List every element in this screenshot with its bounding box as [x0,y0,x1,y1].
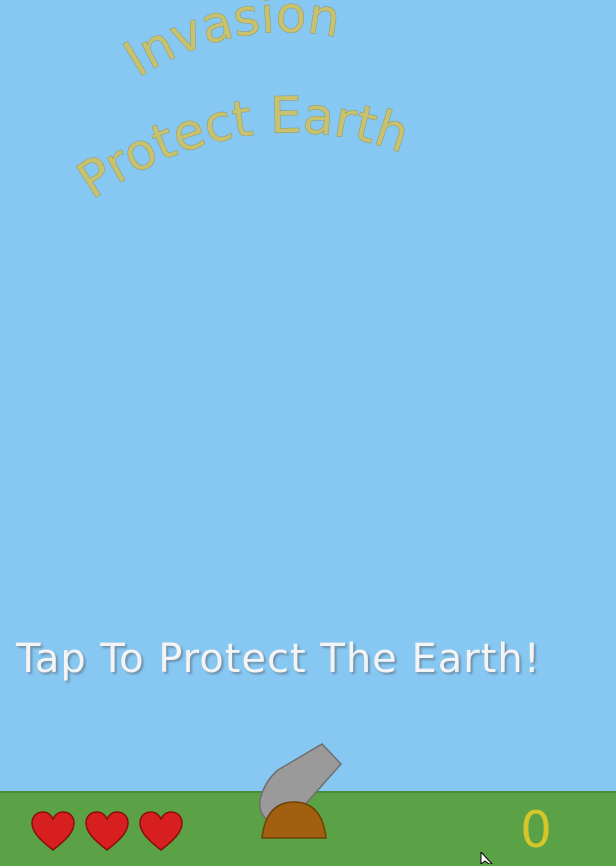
heart-icon [31,811,75,851]
lives-indicator [30,810,184,852]
title-line-invasion: Invasion [114,0,344,88]
heart-icon [139,811,183,851]
game-stage[interactable]: Invasion Protect Earth Tap To Protect Th… [0,0,616,866]
score-display: 0 [520,801,552,859]
title-line-protect-earth: Protect Earth [67,86,416,210]
mouse-cursor-icon [480,852,493,864]
game-title: Invasion Protect Earth [67,0,417,210]
heart-icon [85,811,129,851]
tap-to-start-prompt: Tap To Protect The Earth! [16,636,541,682]
cannon-icon [259,743,343,839]
